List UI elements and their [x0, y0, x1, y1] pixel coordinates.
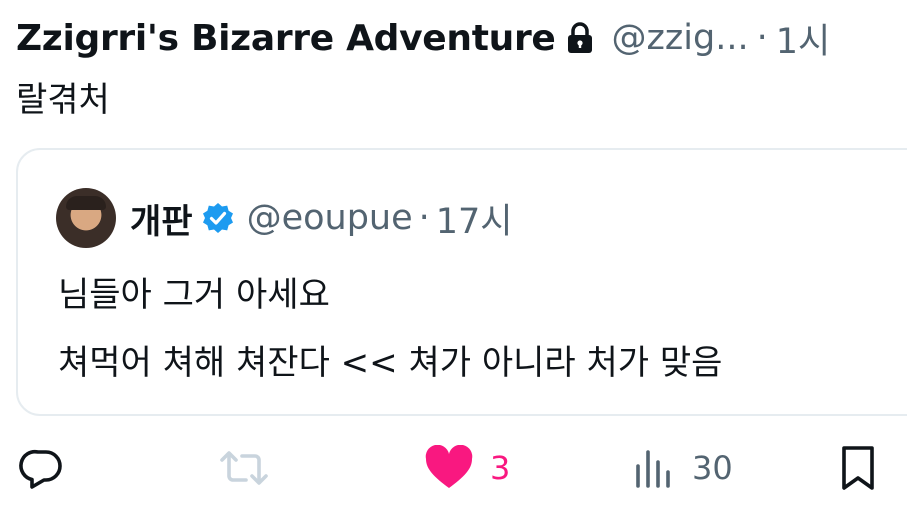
avatar[interactable]: [56, 188, 116, 248]
quoted-tweet-text-line: 쳐먹어 쳐해 쳐잔다 << 쳐가 아니라 처가 맞음: [58, 343, 723, 383]
tweet: Zzigrri's Bizarre Adventure @zzig... · 1…: [0, 0, 907, 524]
quoted-author-name[interactable]: 개판: [130, 194, 193, 243]
lock-icon: [566, 20, 596, 56]
like-button[interactable]: 3: [424, 436, 510, 500]
views-button[interactable]: 30: [632, 436, 733, 500]
reply-icon: [19, 449, 62, 489]
separator-dot: ·: [418, 198, 430, 238]
views-chart-icon: [636, 450, 670, 488]
bookmark-icon: [842, 446, 874, 490]
author-display-name[interactable]: Zzigrri's Bizarre Adventure: [16, 18, 556, 59]
action-bar: 3 30: [0, 436, 907, 500]
bookmark-button[interactable]: [836, 436, 880, 500]
retweet-icon: [220, 451, 268, 485]
views-count: 30: [692, 449, 733, 487]
like-count: 3: [490, 449, 511, 487]
tweet-timestamp[interactable]: 1시: [776, 13, 830, 64]
quoted-tweet-text-line: 님들아 그거 아세요: [58, 275, 330, 315]
heart-icon: [425, 445, 473, 488]
quoted-author-handle[interactable]: @eoupue: [247, 198, 413, 238]
verified-badge-icon: [201, 201, 235, 235]
tweet-header: Zzigrri's Bizarre Adventure @zzig... · 1…: [16, 10, 907, 66]
quoted-tweet-card[interactable]: 개판 @eoupue · 17시 님들아 그거 아세요 쳐먹어 쳐해 쳐잔다 <…: [16, 148, 907, 416]
reply-button[interactable]: [18, 436, 66, 500]
retweet-button[interactable]: [216, 436, 272, 500]
separator-dot: ·: [756, 18, 768, 58]
quoted-tweet-timestamp[interactable]: 17시: [436, 193, 513, 244]
quoted-tweet-header: 개판 @eoupue · 17시: [56, 186, 513, 250]
author-handle[interactable]: @zzig...: [612, 18, 749, 58]
tweet-text: 랄겪처: [16, 80, 110, 120]
